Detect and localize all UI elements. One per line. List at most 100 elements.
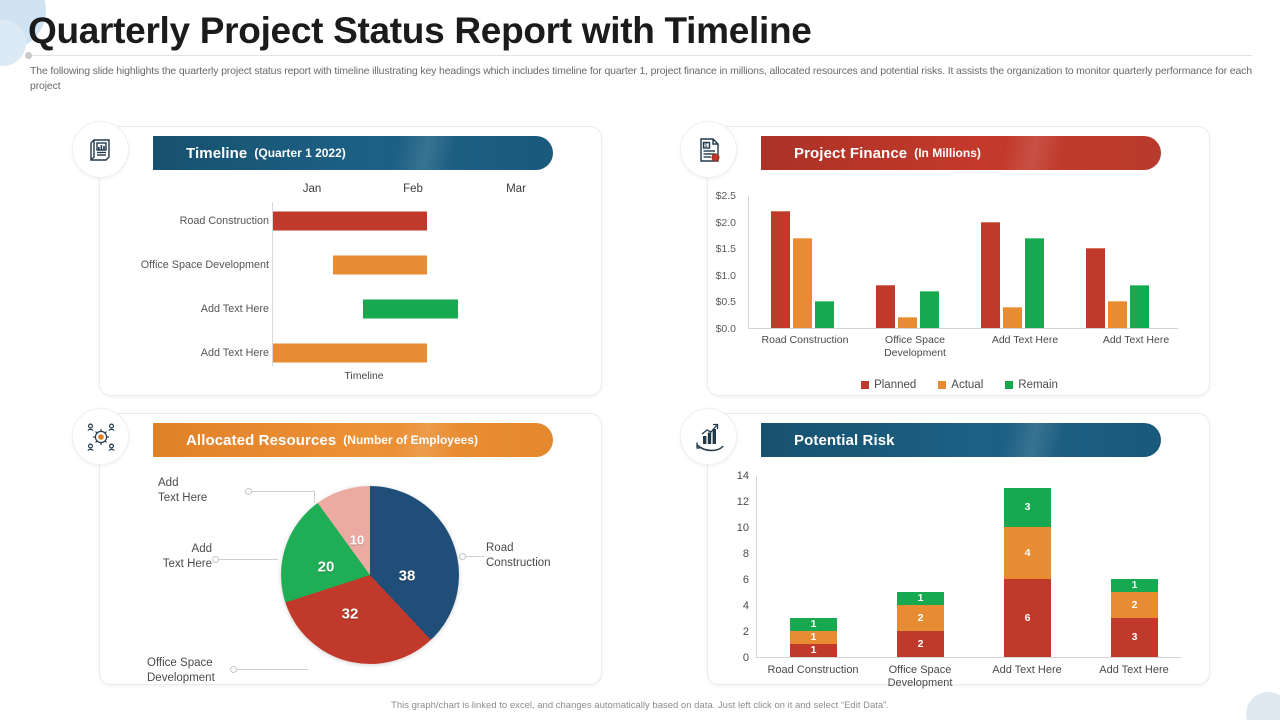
panel-risk-title: Potential Risk [794, 431, 895, 449]
risk-seg-high-1: 1 [790, 644, 837, 657]
finance-legend-swatch-remain [1005, 381, 1014, 389]
risk-value-med-4: 2 [1131, 598, 1138, 611]
finance-bar-actual-3 [1003, 306, 1022, 328]
risk-seg-high-3: 6 [1004, 579, 1051, 657]
finance-legend-label-planned: Planned [874, 379, 917, 391]
pie-leader-bottom [236, 669, 308, 670]
finance-category-3: Add Text Here [991, 334, 1059, 346]
gantt-bar-1 [273, 211, 427, 231]
pie-value-road-construction: 38 [398, 567, 416, 585]
gantt-bar-2 [333, 255, 427, 275]
pie-label-office-space: Office Space Development [147, 657, 215, 684]
finance-legend-label-actual: Actual [951, 379, 984, 391]
gantt-bar-3 [363, 299, 458, 319]
finance-legend-item-actual[interactable]: Actual [938, 379, 983, 391]
risk-seg-med-4: 2 [1111, 592, 1158, 618]
risk-value-high-4: 3 [1131, 631, 1138, 644]
finance-group-1 [771, 195, 834, 328]
finance-ytick-2_0: $2.0 [715, 216, 736, 229]
risk-ytick-6: 6 [742, 574, 749, 586]
risk-seg-low-2: 1 [897, 592, 944, 605]
pie-label-road-construction: Road Construction [486, 542, 551, 569]
svg-text:$: $ [704, 143, 707, 149]
finance-bar-remain-3 [1025, 237, 1044, 328]
finance-bar-actual-2 [898, 317, 917, 328]
finance-ytick-1_5: $1.5 [715, 243, 736, 256]
pie-label-add-text-top: Add Text Here [158, 477, 208, 504]
report-document-icon [72, 121, 129, 178]
panel-finance-title: Project Finance [794, 144, 908, 162]
risk-seg-low-4: 1 [1111, 579, 1158, 592]
finance-legend-item-remain[interactable]: Remain [1005, 379, 1058, 391]
risk-stack-1: 1 1 1 [790, 618, 837, 657]
team-network-icon [72, 408, 129, 465]
finance-bar-remain-4 [1130, 285, 1149, 328]
risk-stack-3: 6 4 3 [1004, 488, 1051, 657]
risk-ytick-4: 4 [742, 600, 749, 612]
gantt-row-label-2: Office Space Development [140, 259, 269, 271]
gantt-tick-jan: Jan [302, 183, 322, 195]
finance-ytick-0_5: $0.5 [715, 296, 736, 309]
risk-value-high-1: 1 [810, 644, 817, 657]
risk-category-1: Road Construction [767, 664, 859, 676]
resources-pie-chart: 38 32 20 10 Road Construction Add Text H… [100, 464, 603, 686]
pie-value-add-text-2: 10 [349, 532, 365, 548]
finance-ytick-0_0: $0.0 [715, 323, 736, 335]
panel-potential-risk: Potential Risk 14 12 10 8 6 4 2 0 1 1 1 … [680, 408, 1210, 689]
risk-category-4: Add Text Here [1099, 664, 1169, 676]
growth-chart-hand-icon [680, 408, 737, 465]
finance-category-2: Office Space Development [884, 334, 946, 359]
risk-seg-low-1: 1 [790, 618, 837, 631]
gantt-row-label-3: Add Text Here [200, 303, 269, 315]
risk-plot-area: 1 1 1 2 2 1 6 4 3 3 2 1 [756, 476, 1181, 658]
finance-bar-actual-1 [793, 237, 812, 328]
panel-allocated-resources: Allocated Resources (Number of Employees… [72, 408, 603, 686]
finance-bar-planned-3 [981, 221, 1000, 328]
risk-ytick-12: 12 [736, 496, 749, 508]
gantt-row-label-4: Add Text Here [200, 347, 269, 359]
finance-bar-actual-4 [1108, 301, 1127, 328]
risk-value-med-2: 2 [917, 611, 924, 624]
risk-ytick-14: 14 [736, 470, 749, 482]
risk-stack-2: 2 2 1 [897, 592, 944, 657]
panel-finance-subtitle: (In Millions) [914, 146, 981, 160]
risk-value-high-3: 6 [1024, 611, 1031, 624]
panel-resources-title: Allocated Resources [186, 431, 337, 449]
panel-project-finance: Project Finance (In Millions) $ $2.5 $2.… [680, 121, 1211, 397]
pie-leader-top-h [251, 491, 315, 492]
finance-ytick-1_0: $1.0 [715, 269, 736, 282]
risk-value-high-2: 2 [917, 637, 924, 650]
risk-seg-med-3: 4 [1004, 527, 1051, 579]
finance-bar-planned-4 [1086, 248, 1105, 328]
finance-group-3 [981, 195, 1044, 328]
panel-finance-banner: Project Finance (In Millions) [761, 136, 1161, 170]
pie-value-office-space: 32 [341, 605, 359, 623]
gantt-row-label-1: Road Construction [179, 215, 269, 227]
risk-stack-4: 3 2 1 [1111, 579, 1158, 657]
invoice-document-icon: $ [680, 121, 737, 178]
risk-value-low-1: 1 [810, 618, 817, 631]
pie-leader-top-v [314, 491, 315, 503]
finance-legend-item-planned[interactable]: Planned [861, 379, 916, 391]
title-divider [32, 55, 1252, 56]
risk-ytick-2: 2 [742, 626, 749, 638]
pie-leader-left [218, 559, 278, 560]
footer-note: This graph/chart is linked to excel, and… [391, 700, 889, 711]
pie-leader-dot-top [245, 487, 252, 495]
finance-bar-chart: $2.5 $2.0 $1.5 $1.0 $0.5 $0.0 Road Const… [708, 182, 1211, 397]
finance-legend: Planned Actual Remain [708, 371, 1211, 399]
finance-bar-remain-2 [920, 290, 939, 328]
title-bullet-dot [25, 52, 32, 59]
finance-group-4 [1086, 195, 1149, 328]
risk-seg-med-1: 1 [790, 631, 837, 644]
pie-graphic [281, 486, 459, 664]
pie-leader-dot-bottom [230, 665, 237, 673]
pie-leader-dot-road [459, 552, 466, 560]
panel-resources-subtitle: (Number of Employees) [343, 433, 478, 447]
pie-value-add-text-1: 20 [317, 558, 335, 576]
risk-ytick-0: 0 [742, 652, 749, 664]
panel-timeline: Timeline (Quarter 1 2022) Jan Feb Mar Ro… [72, 121, 603, 396]
panel-risk-banner: Potential Risk [761, 423, 1161, 457]
page-title: Quarterly Project Status Report with Tim… [28, 10, 812, 51]
timeline-gantt-chart: Jan Feb Mar Road Construction Office Spa… [100, 179, 603, 395]
